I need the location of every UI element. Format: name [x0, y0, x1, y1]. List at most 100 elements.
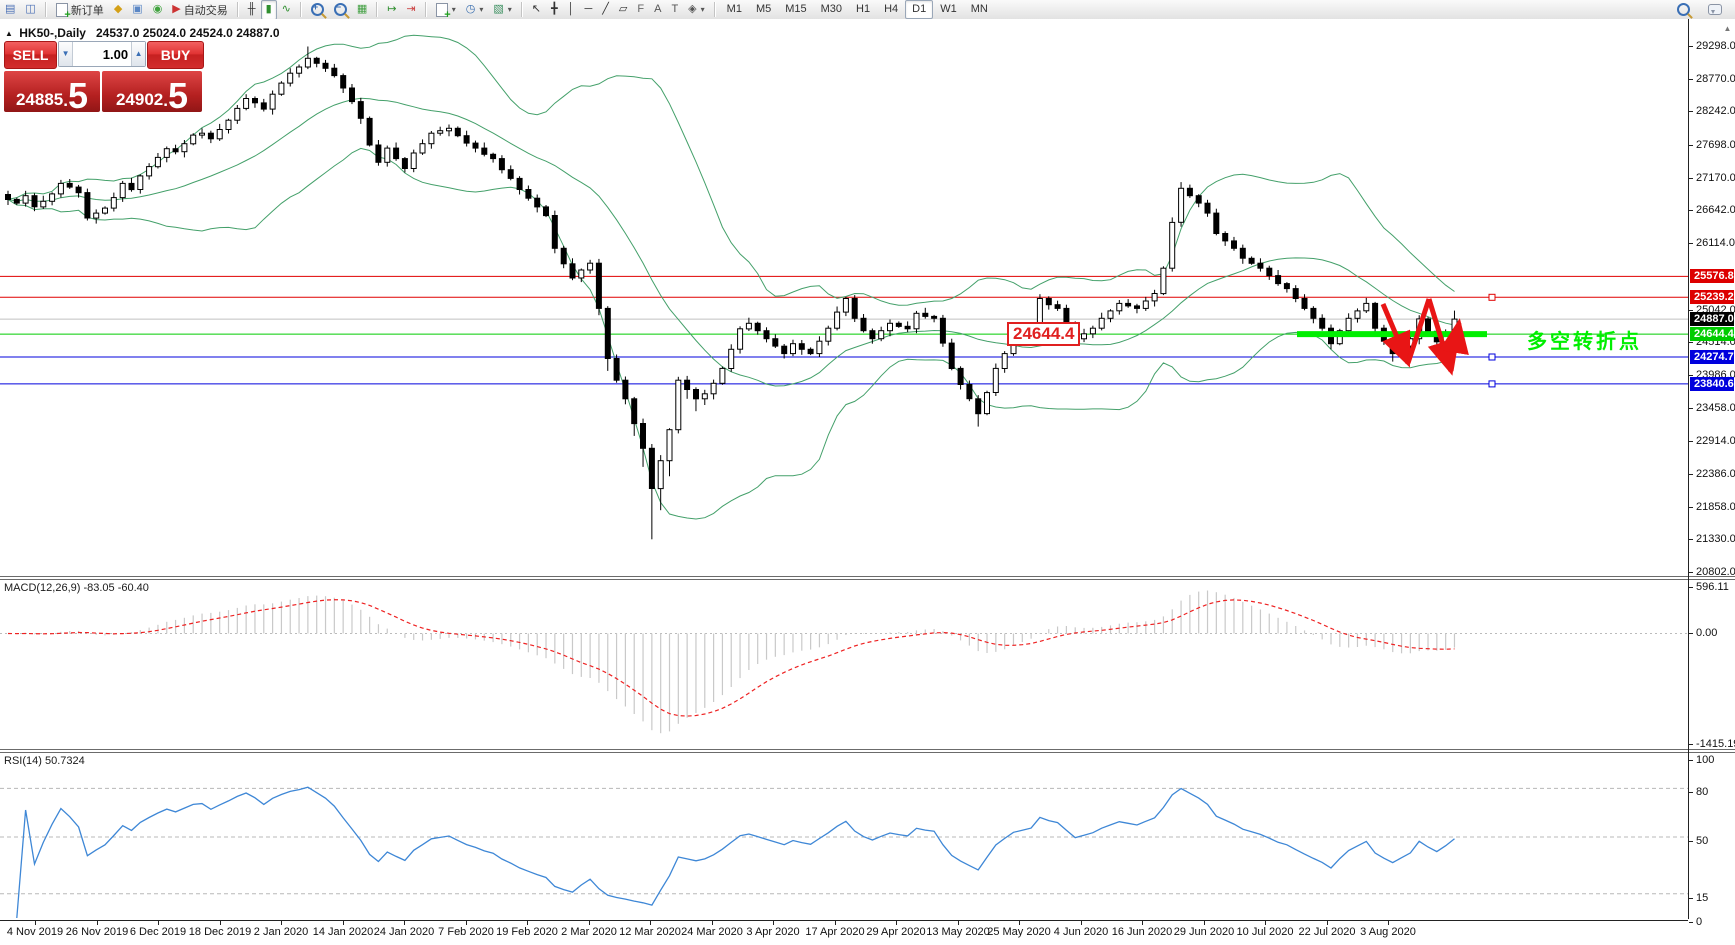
metaeditor-icon[interactable]: ◆ [109, 0, 127, 20]
new-order-button[interactable]: 新订单 [51, 0, 109, 21]
candle-body [666, 429, 673, 462]
document-plus-glyph [435, 2, 451, 21]
tick-mark [1689, 760, 1693, 761]
vline-icon[interactable]: │ [563, 0, 580, 20]
price-annotation-tag[interactable]: 24644.4 [1007, 322, 1081, 346]
candle-body [693, 389, 699, 400]
toolbar-separator [520, 2, 523, 17]
candle-body [701, 393, 708, 400]
tick-mark [1689, 587, 1693, 588]
signals-icon[interactable]: ◉ [148, 0, 168, 20]
autotrading-button[interactable]: ▶ 自动交易 [167, 0, 232, 20]
periods-button[interactable]: ◷ ▾ [461, 0, 489, 20]
search-button[interactable] [1672, 0, 1695, 20]
price-tag-25239.2: 25239.2 [1690, 290, 1734, 304]
candle-body [296, 66, 303, 74]
macd-pane[interactable] [0, 580, 1688, 749]
icon-glyph: ╋ [550, 3, 558, 15]
main-price-pane[interactable] [0, 19, 1688, 576]
date-axis[interactable]: 4 Nov 2019 26 Nov 2019 6 Dec 2019 18 Dec 20… [0, 920, 1688, 945]
candlestick-chart-icon[interactable]: ▮ [260, 0, 277, 20]
sell-price-display[interactable]: 24885 . 5 [4, 71, 100, 114]
button-label: 新订单 [70, 4, 104, 17]
templates-button[interactable]: ▧ ▾ [488, 0, 516, 20]
tab-timeframe-H1[interactable]: H1 [849, 0, 877, 19]
market-watch-icon[interactable]: ▤ [0, 0, 20, 20]
cursor-icon[interactable]: ↖ [527, 0, 546, 20]
date-tick-mark [1204, 921, 1205, 925]
dropdown-arrow-icon[interactable]: ▾ [508, 5, 512, 14]
auto-scroll-icon[interactable]: ↦ [382, 0, 401, 20]
tick-mark [1689, 46, 1693, 47]
candle-body [737, 328, 744, 350]
tab-timeframe-M15[interactable]: M15 [778, 0, 813, 19]
line-chart-icon[interactable]: ∿ [277, 0, 296, 20]
date-tick-mark [1081, 921, 1082, 925]
candle-body [128, 182, 135, 191]
rsi-pane[interactable] [0, 752, 1688, 919]
dropdown-arrow-icon[interactable]: ▾ [701, 5, 705, 14]
volume-decrease-button[interactable]: ▼ [59, 42, 74, 66]
tab-timeframe-M1[interactable]: M1 [720, 0, 749, 19]
candle-body [1151, 293, 1158, 302]
tab-timeframe-M5[interactable]: M5 [749, 0, 778, 19]
tab-timeframe-D1[interactable]: D1 [905, 0, 934, 19]
text-icon[interactable]: A [649, 0, 666, 20]
candle-body [357, 101, 364, 119]
candle-body [560, 247, 567, 265]
icon-glyph: ▤ [5, 3, 16, 15]
pane-separator [0, 752, 1735, 753]
price-tag-24274.7: 24274.7 [1690, 350, 1734, 364]
text-label-icon[interactable]: T [666, 0, 683, 20]
sell-button[interactable]: SELL [4, 41, 58, 69]
dropdown-arrow-icon[interactable]: ▾ [452, 5, 456, 14]
arrows-icon[interactable]: ◈ ▾ [683, 0, 709, 20]
zoom-in-icon[interactable]: + [306, 0, 329, 20]
icon-glyph: ╫ [247, 3, 256, 15]
buy-button[interactable]: BUY [147, 41, 204, 69]
fibonacci-icon[interactable]: F [632, 0, 649, 20]
date-label: 24 Mar 2020 [681, 926, 743, 938]
tick-label: 21858.0 [1696, 501, 1735, 513]
rsi-line [16, 786, 1455, 919]
tab-timeframe-W1[interactable]: W1 [933, 0, 964, 19]
tab-timeframe-H4[interactable]: H4 [877, 0, 905, 19]
pane-separator[interactable] [0, 576, 1735, 577]
hline-icon[interactable]: ─ [579, 0, 597, 20]
date-label: 16 Jun 2020 [1111, 926, 1173, 938]
bar-chart-icon[interactable]: ╫ [243, 0, 261, 20]
tick-label: 596.11 [1696, 581, 1729, 593]
date-tick-mark [281, 921, 282, 925]
candle-body [446, 127, 452, 132]
candle-body [1204, 202, 1211, 214]
indicators-button[interactable]: ▾ [431, 0, 461, 21]
candle-body [895, 322, 902, 327]
candle-body [304, 57, 311, 68]
bull-bear-turning-point-note[interactable]: 多空转折点 [1527, 325, 1642, 354]
candle-body [1345, 317, 1352, 332]
chat-button[interactable] [1703, 0, 1727, 20]
zoom-out-icon[interactable]: − [329, 0, 352, 20]
tile-windows-icon[interactable]: ▦ [352, 0, 372, 20]
icon-glyph: ▣ [132, 3, 143, 15]
volume-increase-button[interactable]: ▲ [131, 42, 146, 66]
collapse-panel-icon[interactable]: ▲ [5, 29, 13, 38]
candle-body [190, 134, 197, 145]
crosshair-icon[interactable]: ╋ [546, 0, 563, 20]
volume-input[interactable] [73, 42, 132, 66]
data-window-icon[interactable]: ◫ [20, 0, 40, 20]
tab-timeframe-MN[interactable]: MN [964, 0, 995, 19]
date-label: 3 Aug 2020 [1360, 926, 1416, 938]
dropdown-arrow-icon[interactable]: ▾ [479, 5, 483, 14]
chart-area[interactable]: ▲ HK50-,Daily 24537.0 25024.0 24524.0 24… [0, 19, 1735, 945]
search-icon [1677, 3, 1690, 16]
candle-body [887, 322, 893, 332]
experts-icon[interactable]: ▣ [127, 0, 147, 20]
channel-icon[interactable]: ▱ [614, 0, 632, 20]
tab-timeframe-M30[interactable]: M30 [814, 0, 849, 19]
chart-shift-icon[interactable]: ⇥ [401, 0, 420, 20]
date-tick-mark [343, 921, 344, 925]
pane-separator[interactable] [0, 749, 1735, 750]
buy-price-display[interactable]: 24902 . 5 [102, 71, 202, 114]
trendline-icon[interactable]: ╱ [597, 0, 614, 20]
